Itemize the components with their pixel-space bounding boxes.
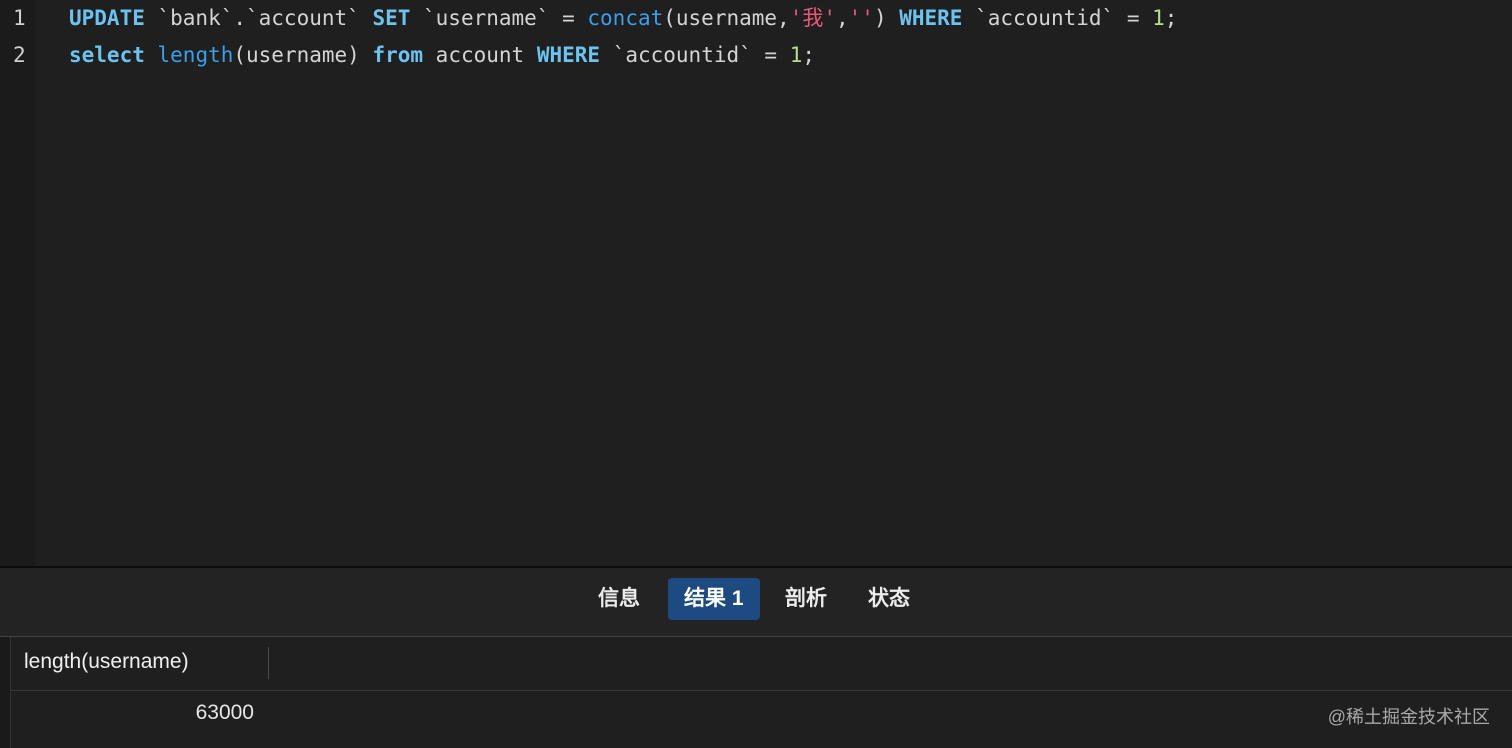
code-token: length <box>157 43 234 67</box>
column-resize-handle[interactable] <box>268 647 269 679</box>
row-selector-column[interactable] <box>0 637 11 748</box>
code-token: , <box>835 6 849 30</box>
code-line-2[interactable]: select length(username) from account WHE… <box>69 37 815 74</box>
code-token: concat <box>587 6 664 30</box>
result-cell[interactable]: 63000 <box>24 701 254 725</box>
code-token: '' <box>848 6 874 30</box>
result-grid: length(username) 63000 @稀土掘金技术社区 <box>0 637 1512 748</box>
code-token: ; <box>1164 6 1178 30</box>
code-token: ; <box>802 43 816 67</box>
code-token: '我' <box>789 6 836 30</box>
code-token: SET <box>372 6 411 30</box>
line-number: 2 <box>13 43 26 67</box>
code-token: ) <box>873 6 900 30</box>
code-token: from <box>372 43 424 67</box>
header-divider <box>11 690 1512 691</box>
code-token: `username` = <box>410 6 588 30</box>
sql-editor[interactable]: 1 2 UPDATE `bank`.`account` SET `usernam… <box>0 0 1512 566</box>
code-token: (username) <box>233 43 373 67</box>
code-token: `accountid` = <box>962 6 1153 30</box>
code-token: WHERE <box>536 43 601 67</box>
column-header-length-username[interactable]: length(username) <box>24 650 189 674</box>
code-line-1[interactable]: UPDATE `bank`.`account` SET `username` =… <box>69 0 1177 37</box>
code-token: `bank`.`account` <box>144 6 373 30</box>
code-token: 1 <box>789 43 803 67</box>
code-token: select <box>69 43 145 67</box>
tab-profile[interactable]: 剖析 <box>769 578 843 620</box>
tab-status[interactable]: 状态 <box>852 578 926 620</box>
code-token: `accountid` = <box>600 43 790 67</box>
tab-info[interactable]: 信息 <box>582 578 656 620</box>
line-number: 1 <box>13 6 26 30</box>
result-tab-bar: 信息 结果 1 剖析 状态 <box>0 568 1512 636</box>
tab-result-1[interactable]: 结果 1 <box>668 578 760 620</box>
code-token: (username, <box>663 6 790 30</box>
code-token: account <box>423 43 537 67</box>
line-number-gutter: 1 2 <box>0 0 35 566</box>
watermark: @稀土掘金技术社区 <box>1327 707 1490 727</box>
code-token: 1 <box>1152 6 1165 30</box>
code-token: UPDATE <box>69 6 145 30</box>
code-token: WHERE <box>899 6 963 30</box>
